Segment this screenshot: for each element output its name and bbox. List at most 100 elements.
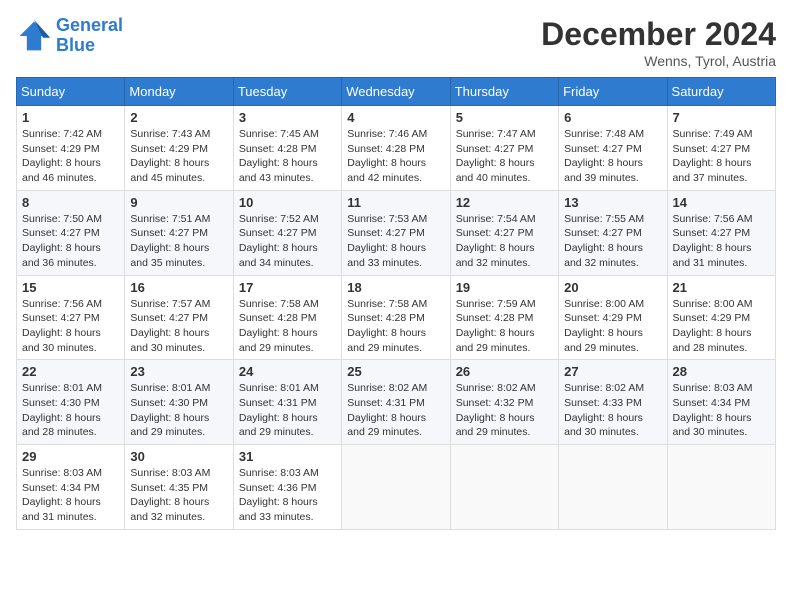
day-number: 10 bbox=[239, 195, 336, 210]
day-number: 28 bbox=[673, 364, 770, 379]
day-cell-3: 3 Sunrise: 7:45 AMSunset: 4:28 PMDaylight… bbox=[233, 106, 341, 191]
day-info: Sunrise: 8:01 AMSunset: 4:31 PMDaylight:… bbox=[239, 381, 336, 440]
day-info: Sunrise: 8:02 AMSunset: 4:31 PMDaylight:… bbox=[347, 381, 444, 440]
day-cell-7: 7 Sunrise: 7:49 AMSunset: 4:27 PMDaylight… bbox=[667, 106, 775, 191]
day-info: Sunrise: 7:58 AMSunset: 4:28 PMDaylight:… bbox=[347, 297, 444, 356]
week-row-4: 22Sunrise: 8:01 AMSunset: 4:30 PMDayligh… bbox=[17, 360, 776, 445]
header-row: SundayMondayTuesdayWednesdayThursdayFrid… bbox=[17, 78, 776, 106]
week-row-2: 8 Sunrise: 7:50 AMSunset: 4:27 PMDaylight… bbox=[17, 190, 776, 275]
day-info: Sunrise: 7:42 AMSunset: 4:29 PMDaylight:… bbox=[22, 127, 119, 186]
day-info: Sunrise: 8:01 AMSunset: 4:30 PMDaylight:… bbox=[22, 381, 119, 440]
day-number: 21 bbox=[673, 280, 770, 295]
day-number: 29 bbox=[22, 449, 119, 464]
week-row-3: 15 Sunrise: 7:56 AMSunset: 4:27 PMDayligh… bbox=[17, 275, 776, 360]
day-number: 15 bbox=[22, 280, 119, 295]
day-cell-10: 10 Sunrise: 7:52 AMSunset: 4:27 PMDayligh… bbox=[233, 190, 341, 275]
day-info: Sunrise: 7:52 AMSunset: 4:27 PMDaylight:… bbox=[239, 212, 336, 271]
day-info: Sunrise: 7:53 AMSunset: 4:27 PMDaylight:… bbox=[347, 212, 444, 271]
day-number: 23 bbox=[130, 364, 227, 379]
day-number: 8 bbox=[22, 195, 119, 210]
empty-cell bbox=[450, 445, 558, 530]
day-info: Sunrise: 8:03 AMSunset: 4:36 PMDaylight:… bbox=[239, 466, 336, 525]
empty-cell bbox=[559, 445, 667, 530]
day-number: 3 bbox=[239, 110, 336, 125]
day-number: 16 bbox=[130, 280, 227, 295]
day-info: Sunrise: 8:03 AMSunset: 4:34 PMDaylight:… bbox=[673, 381, 770, 440]
day-cell-6: 6 Sunrise: 7:48 AMSunset: 4:27 PMDaylight… bbox=[559, 106, 667, 191]
day-info: Sunrise: 7:50 AMSunset: 4:27 PMDaylight:… bbox=[22, 212, 119, 271]
day-info: Sunrise: 7:55 AMSunset: 4:27 PMDaylight:… bbox=[564, 212, 661, 271]
day-number: 13 bbox=[564, 195, 661, 210]
day-cell-15: 15 Sunrise: 7:56 AMSunset: 4:27 PMDayligh… bbox=[17, 275, 125, 360]
day-cell-29: 29Sunrise: 8:03 AMSunset: 4:34 PMDayligh… bbox=[17, 445, 125, 530]
day-number: 1 bbox=[22, 110, 119, 125]
day-number: 31 bbox=[239, 449, 336, 464]
day-info: Sunrise: 7:51 AMSunset: 4:27 PMDaylight:… bbox=[130, 212, 227, 271]
day-number: 19 bbox=[456, 280, 553, 295]
day-number: 24 bbox=[239, 364, 336, 379]
day-info: Sunrise: 7:43 AMSunset: 4:29 PMDaylight:… bbox=[130, 127, 227, 186]
day-cell-19: 19 Sunrise: 7:59 AMSunset: 4:28 PMDayligh… bbox=[450, 275, 558, 360]
empty-cell bbox=[667, 445, 775, 530]
calendar: SundayMondayTuesdayWednesdayThursdayFrid… bbox=[16, 77, 776, 530]
day-number: 6 bbox=[564, 110, 661, 125]
header-day-tuesday: Tuesday bbox=[233, 78, 341, 106]
header-day-wednesday: Wednesday bbox=[342, 78, 450, 106]
header-day-saturday: Saturday bbox=[667, 78, 775, 106]
month-title: December 2024 bbox=[541, 16, 776, 53]
day-cell-31: 31 Sunrise: 8:03 AMSunset: 4:36 PMDayligh… bbox=[233, 445, 341, 530]
day-info: Sunrise: 8:00 AMSunset: 4:29 PMDaylight:… bbox=[673, 297, 770, 356]
day-cell-9: 9Sunrise: 7:51 AMSunset: 4:27 PMDaylight… bbox=[125, 190, 233, 275]
day-cell-2: 2 Sunrise: 7:43 AMSunset: 4:29 PMDaylight… bbox=[125, 106, 233, 191]
page-header: General Blue December 2024 Wenns, Tyrol,… bbox=[16, 16, 776, 69]
day-cell-21: 21 Sunrise: 8:00 AMSunset: 4:29 PMDayligh… bbox=[667, 275, 775, 360]
day-number: 18 bbox=[347, 280, 444, 295]
logo-text: General Blue bbox=[56, 16, 123, 56]
header-day-monday: Monday bbox=[125, 78, 233, 106]
day-cell-16: 16Sunrise: 7:57 AMSunset: 4:27 PMDayligh… bbox=[125, 275, 233, 360]
day-cell-26: 26Sunrise: 8:02 AMSunset: 4:32 PMDayligh… bbox=[450, 360, 558, 445]
day-cell-4: 4 Sunrise: 7:46 AMSunset: 4:28 PMDaylight… bbox=[342, 106, 450, 191]
day-number: 25 bbox=[347, 364, 444, 379]
day-info: Sunrise: 7:45 AMSunset: 4:28 PMDaylight:… bbox=[239, 127, 336, 186]
location: Wenns, Tyrol, Austria bbox=[541, 53, 776, 69]
day-cell-23: 23Sunrise: 8:01 AMSunset: 4:30 PMDayligh… bbox=[125, 360, 233, 445]
day-cell-13: 13 Sunrise: 7:55 AMSunset: 4:27 PMDayligh… bbox=[559, 190, 667, 275]
day-cell-12: 12Sunrise: 7:54 AMSunset: 4:27 PMDayligh… bbox=[450, 190, 558, 275]
day-info: Sunrise: 8:00 AMSunset: 4:29 PMDaylight:… bbox=[564, 297, 661, 356]
day-info: Sunrise: 7:49 AMSunset: 4:27 PMDaylight:… bbox=[673, 127, 770, 186]
day-cell-28: 28 Sunrise: 8:03 AMSunset: 4:34 PMDayligh… bbox=[667, 360, 775, 445]
day-cell-25: 25 Sunrise: 8:02 AMSunset: 4:31 PMDayligh… bbox=[342, 360, 450, 445]
day-info: Sunrise: 7:59 AMSunset: 4:28 PMDaylight:… bbox=[456, 297, 553, 356]
day-cell-1: 1 Sunrise: 7:42 AMSunset: 4:29 PMDaylight… bbox=[17, 106, 125, 191]
day-cell-27: 27Sunrise: 8:02 AMSunset: 4:33 PMDayligh… bbox=[559, 360, 667, 445]
calendar-header: SundayMondayTuesdayWednesdayThursdayFrid… bbox=[17, 78, 776, 106]
day-number: 17 bbox=[239, 280, 336, 295]
day-cell-17: 17Sunrise: 7:58 AMSunset: 4:28 PMDayligh… bbox=[233, 275, 341, 360]
day-cell-18: 18 Sunrise: 7:58 AMSunset: 4:28 PMDayligh… bbox=[342, 275, 450, 360]
day-cell-30: 30Sunrise: 8:03 AMSunset: 4:35 PMDayligh… bbox=[125, 445, 233, 530]
day-number: 20 bbox=[564, 280, 661, 295]
day-info: Sunrise: 7:54 AMSunset: 4:27 PMDaylight:… bbox=[456, 212, 553, 271]
day-number: 30 bbox=[130, 449, 227, 464]
day-info: Sunrise: 7:48 AMSunset: 4:27 PMDaylight:… bbox=[564, 127, 661, 186]
day-number: 5 bbox=[456, 110, 553, 125]
calendar-body: 1 Sunrise: 7:42 AMSunset: 4:29 PMDaylight… bbox=[17, 106, 776, 530]
title-section: December 2024 Wenns, Tyrol, Austria bbox=[541, 16, 776, 69]
day-number: 7 bbox=[673, 110, 770, 125]
day-cell-14: 14Sunrise: 7:56 AMSunset: 4:27 PMDayligh… bbox=[667, 190, 775, 275]
day-info: Sunrise: 7:56 AMSunset: 4:27 PMDaylight:… bbox=[673, 212, 770, 271]
day-number: 2 bbox=[130, 110, 227, 125]
header-day-friday: Friday bbox=[559, 78, 667, 106]
day-number: 4 bbox=[347, 110, 444, 125]
day-info: Sunrise: 7:56 AMSunset: 4:27 PMDaylight:… bbox=[22, 297, 119, 356]
week-row-1: 1 Sunrise: 7:42 AMSunset: 4:29 PMDaylight… bbox=[17, 106, 776, 191]
day-info: Sunrise: 8:02 AMSunset: 4:33 PMDaylight:… bbox=[564, 381, 661, 440]
day-cell-8: 8 Sunrise: 7:50 AMSunset: 4:27 PMDaylight… bbox=[17, 190, 125, 275]
day-info: Sunrise: 8:02 AMSunset: 4:32 PMDaylight:… bbox=[456, 381, 553, 440]
logo: General Blue bbox=[16, 16, 123, 56]
day-info: Sunrise: 7:47 AMSunset: 4:27 PMDaylight:… bbox=[456, 127, 553, 186]
header-day-sunday: Sunday bbox=[17, 78, 125, 106]
day-info: Sunrise: 7:46 AMSunset: 4:28 PMDaylight:… bbox=[347, 127, 444, 186]
day-cell-5: 5 Sunrise: 7:47 AMSunset: 4:27 PMDaylight… bbox=[450, 106, 558, 191]
